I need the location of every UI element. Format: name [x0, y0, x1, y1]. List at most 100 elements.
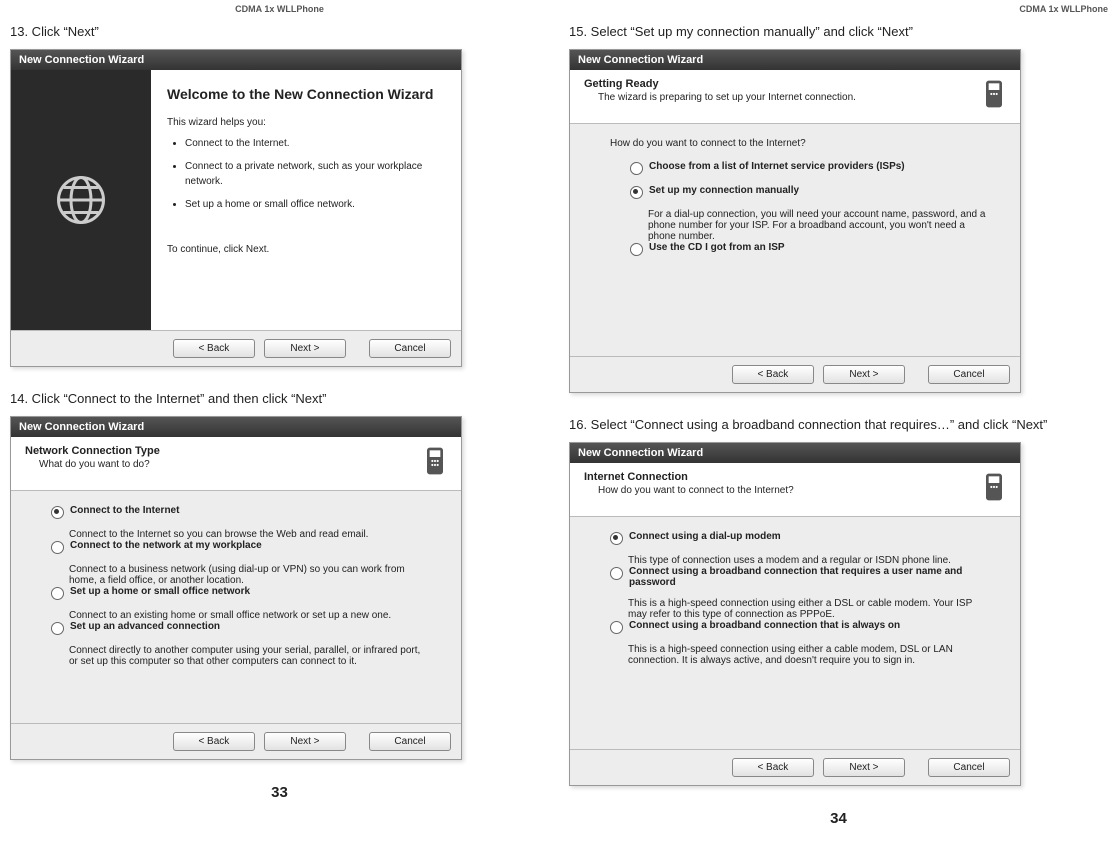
- radio-label: Connect using a broadband connection tha…: [629, 566, 990, 588]
- radio-icon: [630, 162, 643, 175]
- welcome-bullet: Connect to the Internet.: [185, 136, 445, 151]
- wizard-step13: New Connection Wizard Welcome to the New…: [10, 49, 462, 367]
- pane-title-block: Getting Ready The wizard is preparing to…: [584, 78, 856, 103]
- wizard-step14: New Connection Wizard Network Connection…: [10, 416, 462, 760]
- radio-desc: For a dial-up connection, you will need …: [648, 209, 990, 242]
- radio-option[interactable]: Connect using a broadband connection tha…: [610, 620, 990, 634]
- radio-desc: This type of connection uses a modem and…: [628, 555, 990, 566]
- wizard-step16: New Connection Wizard Internet Connectio…: [569, 442, 1021, 786]
- radio-desc: Connect directly to another computer usi…: [69, 645, 431, 667]
- pane-subtitle: How do you want to connect to the Intern…: [598, 485, 794, 496]
- radio-desc: Connect to the Internet so you can brows…: [69, 529, 431, 540]
- phone-icon: [978, 78, 1010, 113]
- radio-icon: [610, 532, 623, 545]
- radio-label: Set up a home or small office network: [70, 586, 250, 597]
- wizard-side-graphic: [11, 70, 151, 330]
- wizard-titlebar: New Connection Wizard: [570, 50, 1020, 70]
- pane-title: Internet Connection: [584, 471, 794, 483]
- wizard-titlebar: New Connection Wizard: [11, 417, 461, 437]
- cancel-button[interactable]: Cancel: [928, 365, 1010, 384]
- radio-icon: [51, 622, 64, 635]
- wizard-pane-header: Network Connection Type What do you want…: [11, 437, 461, 491]
- wizard-welcome-text: Welcome to the New Connection Wizard Thi…: [151, 70, 461, 330]
- next-button[interactable]: Next >: [264, 732, 346, 751]
- phone-icon: [978, 471, 1010, 506]
- radio-icon: [610, 567, 623, 580]
- pane-subtitle: The wizard is preparing to set up your I…: [598, 92, 856, 103]
- welcome-bullet: Connect to a private network, such as yo…: [185, 159, 445, 189]
- radio-option[interactable]: Choose from a list of Internet service p…: [630, 161, 990, 175]
- pane-title-block: Network Connection Type What do you want…: [25, 445, 160, 470]
- cancel-button[interactable]: Cancel: [369, 339, 451, 358]
- radio-option[interactable]: Use the CD I got from an ISP: [630, 242, 990, 256]
- product-header-right: CDMA 1x WLLPhone: [569, 4, 1108, 14]
- document-spread: CDMA 1x WLLPhone 13. Click “Next” New Co…: [0, 0, 1119, 847]
- next-button[interactable]: Next >: [264, 339, 346, 358]
- page-right: CDMA 1x WLLPhone 15. Select “Set up my c…: [559, 0, 1118, 847]
- step14-instruction: 14. Click “Connect to the Internet” and …: [10, 391, 549, 406]
- welcome-bullet: Set up a home or small office network.: [185, 197, 445, 212]
- radio-desc: Connect to a business network (using dia…: [69, 564, 431, 586]
- wizard-pane-body: Connect to the Internet Connect to the I…: [11, 491, 461, 723]
- pane-question: How do you want to connect to the Intern…: [610, 138, 990, 149]
- wizard-buttons: < Back Next > Cancel: [11, 723, 461, 759]
- pane-title: Network Connection Type: [25, 445, 160, 457]
- radio-desc: This is a high-speed connection using ei…: [628, 598, 990, 620]
- step13-instruction: 13. Click “Next”: [10, 24, 549, 39]
- radio-icon: [630, 186, 643, 199]
- radio-icon: [51, 506, 64, 519]
- radio-label: Connect to the network at my workplace: [70, 540, 262, 551]
- cancel-button[interactable]: Cancel: [928, 758, 1010, 777]
- wizard-pane-body: Connect using a dial-up modem This type …: [570, 517, 1020, 749]
- back-button[interactable]: < Back: [732, 365, 814, 384]
- step15-instruction: 15. Select “Set up my connection manuall…: [569, 24, 1108, 39]
- radio-option[interactable]: Connect using a broadband connection tha…: [610, 566, 990, 588]
- wizard-pane-body: How do you want to connect to the Intern…: [570, 124, 1020, 356]
- radio-option[interactable]: Connect to the network at my workplace: [51, 540, 431, 554]
- helps-you-text: This wizard helps you:: [167, 115, 445, 130]
- pane-title-block: Internet Connection How do you want to c…: [584, 471, 794, 496]
- radio-icon: [630, 243, 643, 256]
- radio-label: Use the CD I got from an ISP: [649, 242, 785, 253]
- pane-title: Getting Ready: [584, 78, 856, 90]
- back-button[interactable]: < Back: [173, 339, 255, 358]
- next-button[interactable]: Next >: [823, 365, 905, 384]
- welcome-bullets: Connect to the Internet. Connect to a pr…: [167, 136, 445, 212]
- pane-subtitle: What do you want to do?: [39, 459, 160, 470]
- radio-label: Set up my connection manually: [649, 185, 799, 196]
- welcome-heading: Welcome to the New Connection Wizard: [167, 84, 445, 105]
- radio-icon: [51, 587, 64, 600]
- radio-desc: This is a high-speed connection using ei…: [628, 644, 990, 666]
- page-number-left: 33: [10, 784, 549, 801]
- radio-desc: Connect to an existing home or small off…: [69, 610, 431, 621]
- cancel-button[interactable]: Cancel: [369, 732, 451, 751]
- radio-label: Set up an advanced connection: [70, 621, 220, 632]
- radio-label: Connect to the Internet: [70, 505, 179, 516]
- page-number-right: 34: [569, 810, 1108, 827]
- radio-icon: [51, 541, 64, 554]
- back-button[interactable]: < Back: [732, 758, 814, 777]
- page-left: CDMA 1x WLLPhone 13. Click “Next” New Co…: [0, 0, 559, 847]
- wizard-buttons: < Back Next > Cancel: [570, 356, 1020, 392]
- back-button[interactable]: < Back: [173, 732, 255, 751]
- radio-label: Connect using a broadband connection tha…: [629, 620, 900, 631]
- product-header-left: CDMA 1x WLLPhone: [10, 4, 549, 14]
- radio-label: Choose from a list of Internet service p…: [649, 161, 905, 172]
- radio-label: Connect using a dial-up modem: [629, 531, 781, 542]
- radio-option[interactable]: Connect to the Internet: [51, 505, 431, 519]
- step16-instruction: 16. Select “Connect using a broadband co…: [569, 417, 1108, 432]
- radio-icon: [610, 621, 623, 634]
- wizard-pane-header: Getting Ready The wizard is preparing to…: [570, 70, 1020, 124]
- wizard-buttons: < Back Next > Cancel: [570, 749, 1020, 785]
- wizard-titlebar: New Connection Wizard: [11, 50, 461, 70]
- wizard-body: Welcome to the New Connection Wizard Thi…: [11, 70, 461, 330]
- wizard-titlebar: New Connection Wizard: [570, 443, 1020, 463]
- wizard-pane-header: Internet Connection How do you want to c…: [570, 463, 1020, 517]
- wizard-buttons: < Back Next > Cancel: [11, 330, 461, 366]
- continue-text: To continue, click Next.: [167, 242, 445, 257]
- radio-option[interactable]: Set up my connection manually: [630, 185, 990, 199]
- radio-option[interactable]: Set up an advanced connection: [51, 621, 431, 635]
- radio-option[interactable]: Set up a home or small office network: [51, 586, 431, 600]
- next-button[interactable]: Next >: [823, 758, 905, 777]
- radio-option[interactable]: Connect using a dial-up modem: [610, 531, 990, 545]
